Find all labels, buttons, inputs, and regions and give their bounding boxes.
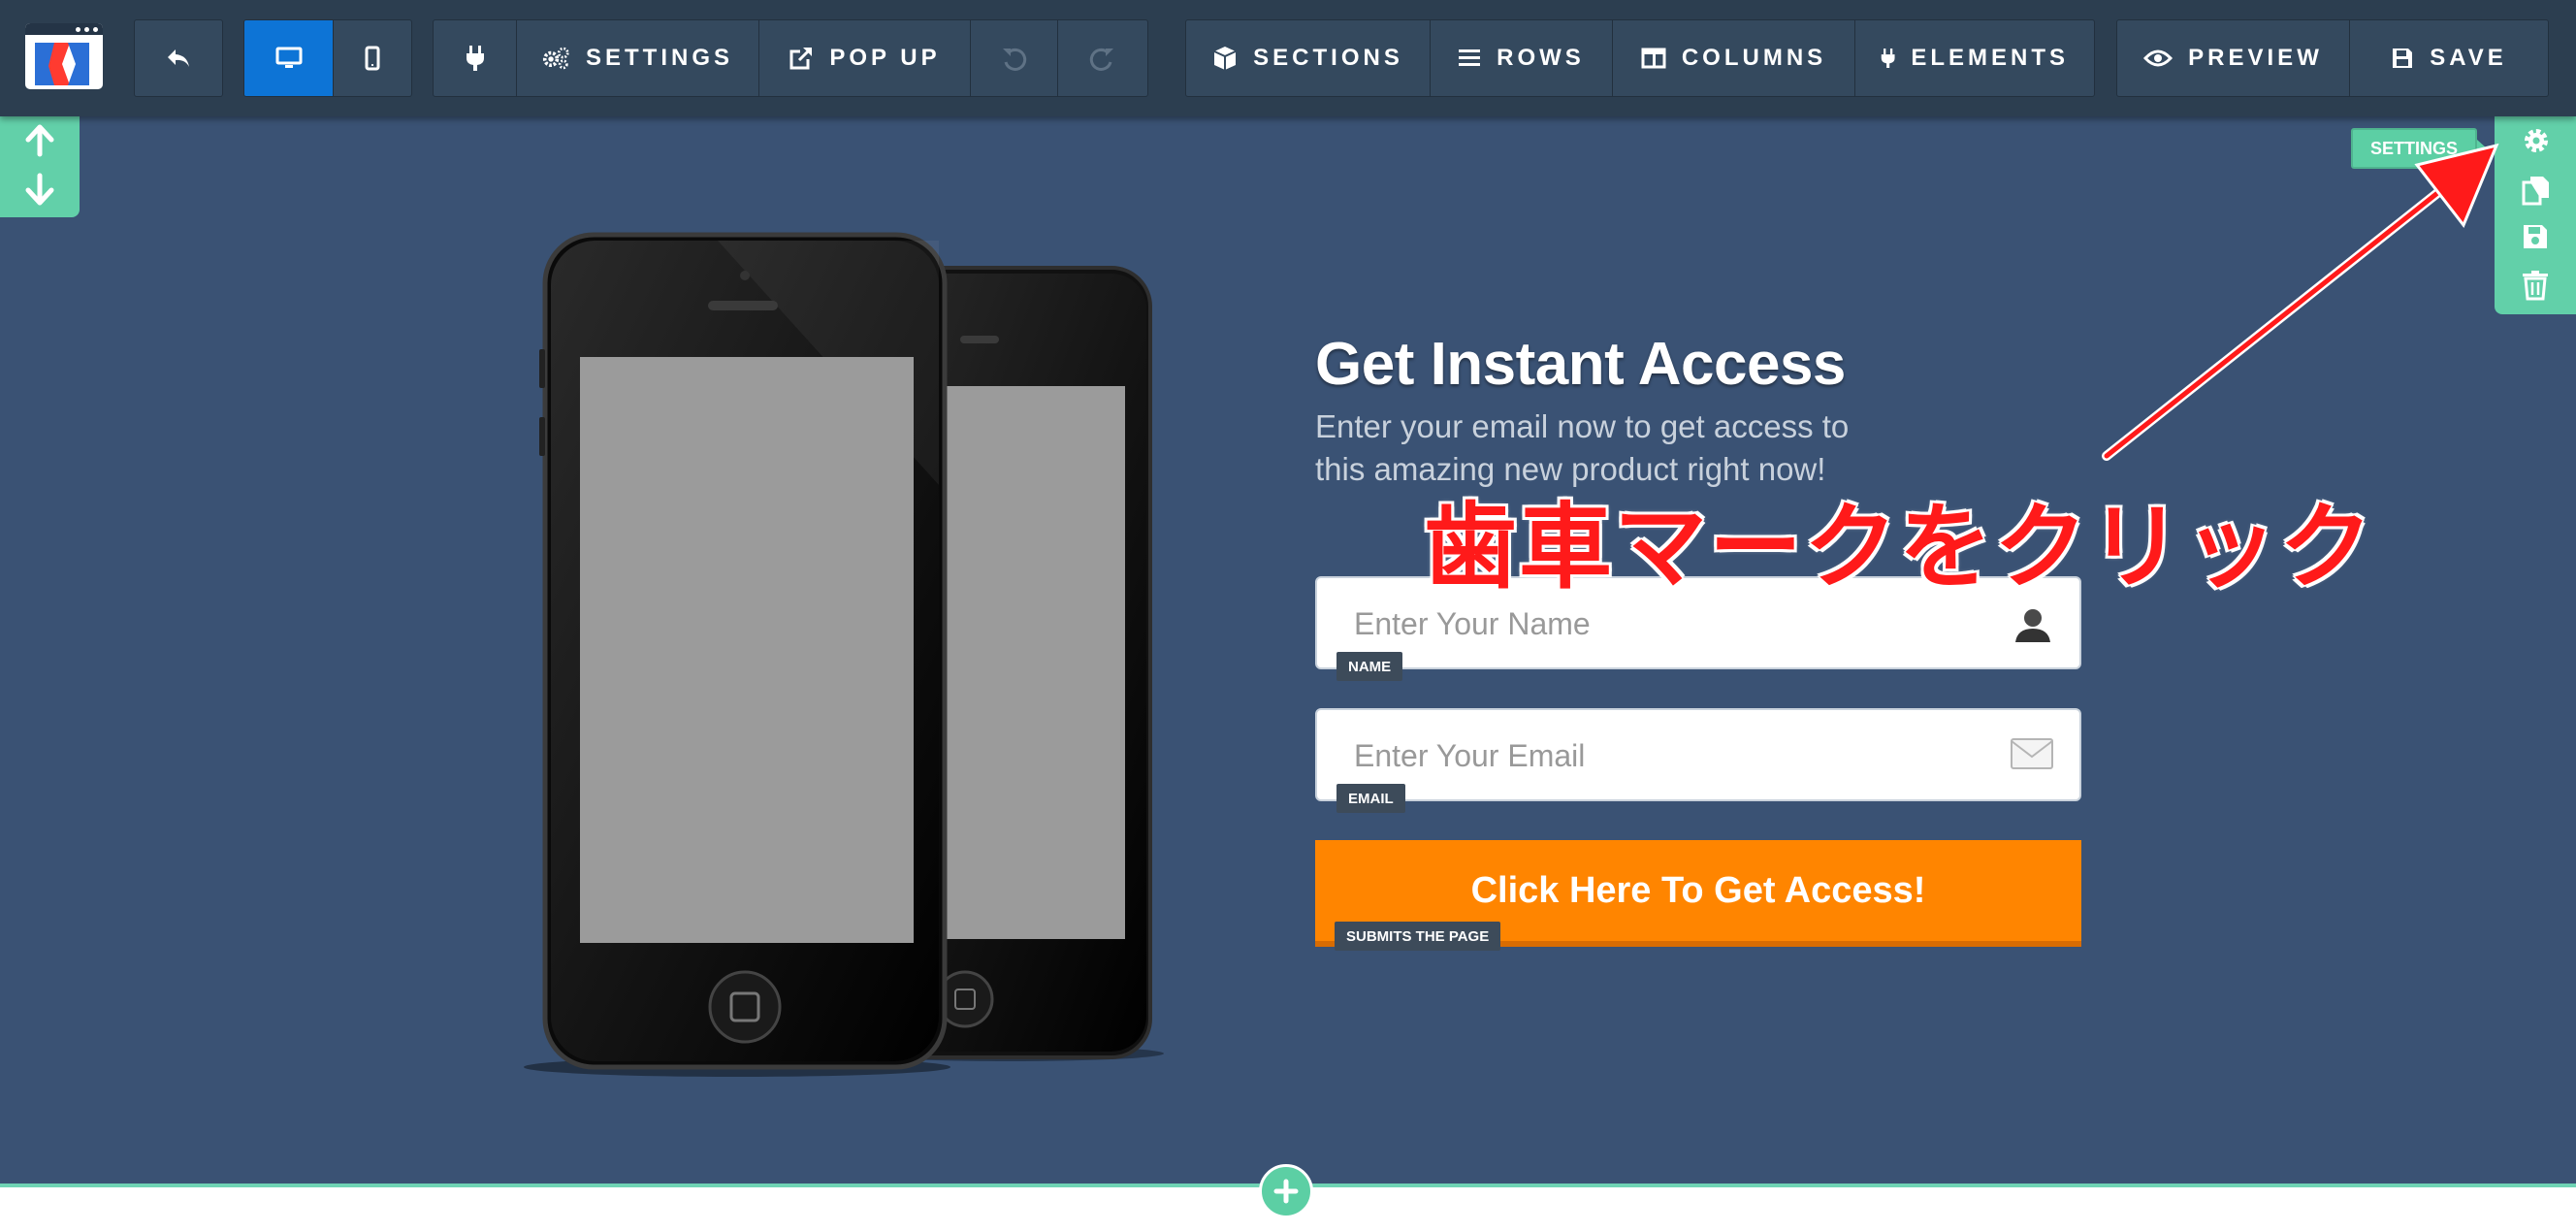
publish-group: PREVIEW SAVE (2116, 19, 2549, 97)
undo-group (134, 19, 223, 97)
plug-icon (466, 46, 484, 71)
user-icon (2015, 609, 2050, 642)
submit-tag: SUBMITS THE PAGE (1335, 922, 1501, 951)
page-section[interactable] (0, 116, 2576, 1185)
envelope-icon (2011, 738, 2053, 769)
redo-button[interactable] (1058, 20, 1145, 96)
elements-label: ELEMENTS (1911, 45, 2069, 71)
preview-button[interactable]: PREVIEW (2117, 20, 2350, 96)
settings-button[interactable]: SETTINGS (517, 20, 759, 96)
gear-icon[interactable] (2522, 126, 2551, 155)
add-section-button[interactable] (1259, 1164, 1313, 1218)
settings-label: SETTINGS (585, 45, 733, 71)
arrow-up-icon[interactable] (24, 124, 55, 157)
popup-button[interactable]: POP UP (759, 20, 971, 96)
page-actions-group: SETTINGS POP UP (433, 19, 1148, 97)
eye-icon (2143, 49, 2174, 67)
editor-toolbar: SETTINGS POP UP SECTIONS ROWS COLUMNS EL… (0, 0, 2576, 116)
popup-label: POP UP (829, 45, 941, 71)
arrow-down-icon[interactable] (24, 173, 55, 206)
save-button[interactable]: SAVE (2350, 20, 2548, 96)
name-tag: NAME (1336, 652, 1403, 681)
integrations-button[interactable] (434, 20, 517, 96)
tooltip-label: SETTINGS (2369, 138, 2458, 158)
settings-tooltip: SETTINGS (2351, 128, 2487, 169)
redo-icon (1089, 48, 1113, 71)
copy-icon[interactable] (2522, 175, 2551, 206)
email-field[interactable]: EMAIL (1315, 708, 2081, 813)
section-move-handle[interactable] (0, 116, 80, 217)
mobile-view-button[interactable] (334, 20, 411, 96)
undo-button[interactable] (971, 20, 1058, 96)
annotation-text: 歯車マークをクリック (1423, 495, 2374, 601)
back-button[interactable] (135, 20, 222, 96)
plug-icon (1881, 49, 1895, 68)
structure-group: SECTIONS ROWS COLUMNS ELEMENTS (1185, 19, 2095, 97)
submit-label: Click Here To Get Access! (1470, 869, 1926, 911)
sections-label: SECTIONS (1253, 45, 1403, 71)
save-label: SAVE (2430, 45, 2507, 71)
rows-button[interactable]: ROWS (1431, 20, 1613, 96)
columns-label: COLUMNS (1681, 45, 1827, 71)
desktop-icon (275, 47, 302, 68)
floppy-disk-icon[interactable] (2522, 223, 2549, 250)
headline: Get Instant Access (1315, 331, 1846, 398)
floppy-disk-icon (2393, 49, 2413, 68)
sections-button[interactable]: SECTIONS (1186, 20, 1431, 96)
device-toggle (243, 19, 412, 97)
external-link-icon (789, 48, 813, 70)
cube-icon (1213, 47, 1237, 70)
elements-button[interactable]: ELEMENTS (1855, 20, 2094, 96)
bars-icon (1459, 49, 1481, 66)
app-logo[interactable] (25, 23, 103, 89)
section-tools (2495, 116, 2576, 314)
email-input[interactable] (1352, 710, 1977, 801)
email-tag: EMAIL (1336, 784, 1405, 813)
gears-icon (542, 47, 569, 70)
columns-button[interactable]: COLUMNS (1613, 20, 1855, 96)
desktop-view-button[interactable] (244, 20, 334, 96)
undo-icon (1002, 48, 1026, 71)
rows-label: ROWS (1497, 45, 1585, 71)
columns-icon (1641, 48, 1666, 69)
preview-label: PREVIEW (2188, 45, 2323, 71)
mobile-icon (365, 46, 380, 71)
plus-icon (1273, 1179, 1299, 1204)
reply-icon (168, 49, 189, 67)
trash-icon[interactable] (2522, 270, 2549, 301)
